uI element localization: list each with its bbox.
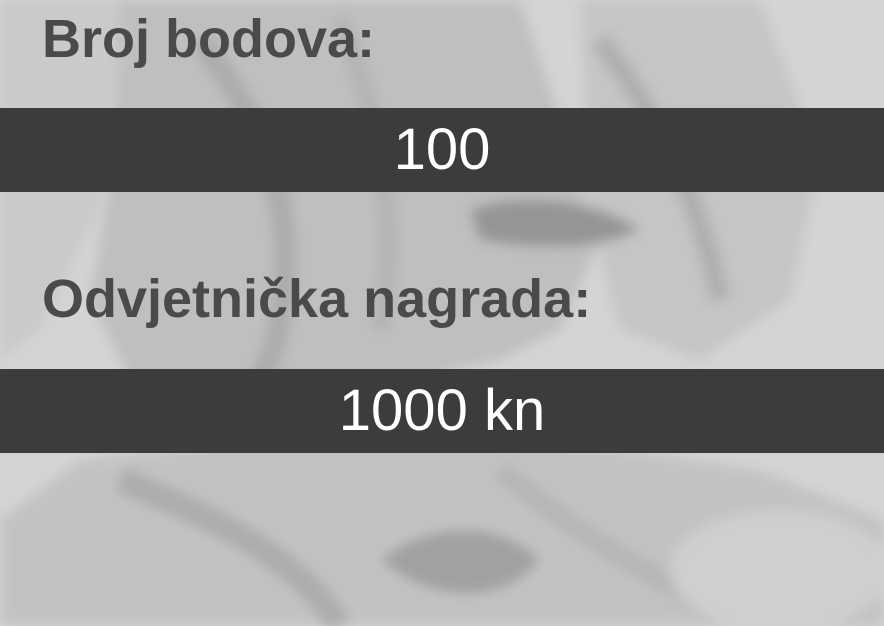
reward-value: 1000 kn: [338, 378, 546, 443]
points-value: 100: [393, 117, 491, 182]
points-label: Broj bodova:: [42, 9, 375, 69]
points-value-bar: 100: [0, 108, 884, 192]
reward-label: Odvjetnička nagrada:: [42, 269, 592, 329]
reward-value-bar: 1000 kn: [0, 369, 884, 453]
